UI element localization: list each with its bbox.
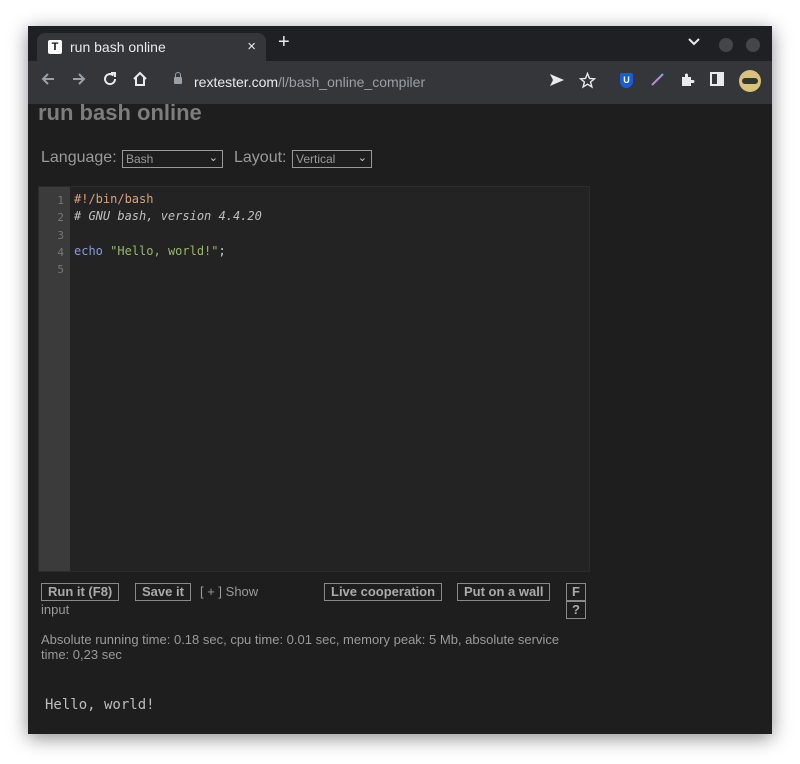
- bookmark-star-icon[interactable]: [578, 71, 597, 94]
- help-button[interactable]: ?: [566, 601, 586, 619]
- send-icon[interactable]: [549, 72, 565, 93]
- back-arrow-icon[interactable]: [40, 71, 56, 91]
- live-cooperation-button[interactable]: Live cooperation: [324, 583, 443, 601]
- code-semicolon: ;: [218, 244, 226, 258]
- tab-strip: T run bash online × +: [28, 26, 772, 61]
- code-keyword: echo: [74, 244, 103, 258]
- profile-avatar[interactable]: [739, 70, 761, 92]
- browser-tab[interactable]: T run bash online ×: [37, 33, 266, 61]
- line-number-gutter: 1 2 3 4 5: [39, 187, 70, 571]
- line-number: 5: [57, 263, 64, 276]
- address-toolbar: rextester.com/l/bash_online_compiler U: [28, 61, 772, 104]
- close-window-button[interactable]: [746, 38, 760, 52]
- reload-icon[interactable]: [102, 71, 118, 91]
- show-input-toggle[interactable]: [ + ] Show: [200, 584, 258, 599]
- browser-window: T run bash online × + rextester.com/l/ba…: [28, 26, 772, 734]
- chevron-down-icon: ⌄: [208, 152, 218, 164]
- language-label: Language:: [41, 149, 117, 166]
- bitwarden-extension-icon[interactable]: U: [620, 73, 633, 88]
- run-stats-line-1: Absolute running time: 0.18 sec, cpu tim…: [41, 632, 560, 647]
- rextester-favicon-icon: T: [48, 40, 62, 54]
- code-editor[interactable]: 1 2 3 4 5 #!/bin/bash # GNU bash, versio…: [38, 186, 590, 572]
- extensions-puzzle-icon[interactable]: [679, 72, 695, 93]
- layout-value: Vertical: [296, 152, 336, 166]
- lock-icon[interactable]: [174, 72, 182, 84]
- minimize-button[interactable]: [719, 38, 733, 52]
- page-content: run bash online Language: Bash ⌄ Layout:…: [28, 100, 772, 734]
- save-button[interactable]: Save it: [135, 583, 191, 601]
- side-panel-icon[interactable]: [710, 72, 724, 91]
- code-line-2: # GNU bash, version 4.4.20: [74, 209, 262, 223]
- pen-extension-icon[interactable]: [649, 72, 665, 93]
- address-bar[interactable]: rextester.com/l/bash_online_compiler: [194, 74, 425, 90]
- page-title: run bash online: [38, 100, 202, 125]
- chevron-down-icon: ⌄: [357, 152, 367, 164]
- put-on-wall-button[interactable]: Put on a wall: [457, 583, 551, 601]
- run-button[interactable]: Run it (F8): [41, 583, 120, 601]
- line-number: 2: [57, 211, 64, 224]
- tab-title: run bash online: [70, 39, 166, 55]
- line-number: 1: [57, 194, 64, 207]
- program-output: Hello, world!: [45, 697, 155, 713]
- fullscreen-button[interactable]: F: [566, 583, 586, 601]
- forward-arrow-icon[interactable]: [71, 71, 87, 91]
- layout-label: Layout:: [234, 149, 287, 166]
- code-line-1: #!/bin/bash: [74, 192, 154, 206]
- show-input-toggle-suffix[interactable]: input: [41, 602, 69, 617]
- chevron-down-icon[interactable]: [688, 35, 700, 49]
- tab-close-icon[interactable]: ×: [247, 38, 256, 55]
- new-tab-plus-icon[interactable]: +: [278, 32, 290, 52]
- code-line-4: echo "Hello, world!";: [74, 244, 226, 258]
- line-number: 3: [57, 229, 64, 242]
- home-icon[interactable]: [132, 71, 148, 91]
- url-path: /l/bash_online_compiler: [278, 74, 426, 90]
- code-string: "Hello, world!": [110, 244, 219, 258]
- url-host: rextester.com: [194, 74, 279, 90]
- line-number: 4: [57, 246, 64, 259]
- language-value: Bash: [126, 152, 154, 166]
- run-stats-line-2: time: 0,23 sec: [41, 647, 122, 662]
- language-select[interactable]: Bash ⌄: [122, 150, 223, 168]
- layout-select[interactable]: Vertical ⌄: [292, 150, 372, 168]
